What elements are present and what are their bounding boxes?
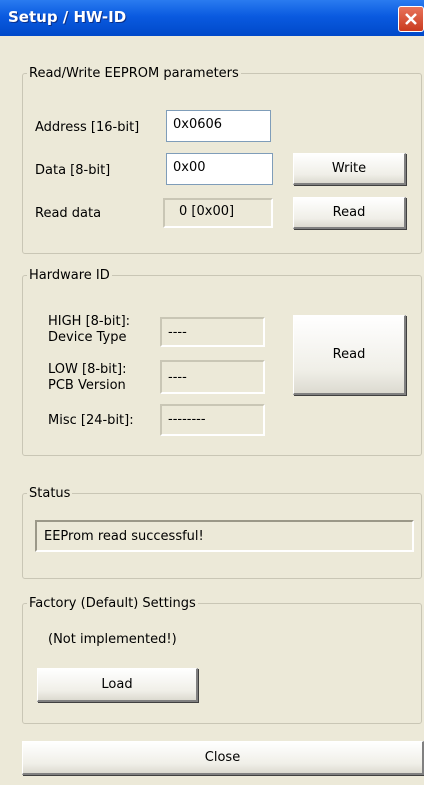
data-label: Data [8-bit] xyxy=(35,163,111,178)
low-label: LOW [8-bit]: xyxy=(48,362,127,377)
title-bar[interactable]: Setup / HW-ID xyxy=(0,0,424,36)
device-type-value: ---- xyxy=(160,317,265,347)
data-input[interactable]: 0x00 xyxy=(166,153,273,185)
not-implemented-note: (Not implemented!) xyxy=(48,632,177,647)
address-label: Address [16-bit] xyxy=(35,120,140,135)
pcb-version-label: PCB Version xyxy=(48,378,126,393)
device-type-label: Device Type xyxy=(48,330,127,345)
window-title: Setup / HW-ID xyxy=(8,8,127,26)
eeprom-group-legend: Read/Write EEPROM parameters xyxy=(29,66,239,81)
hardware-id-group-legend: Hardware ID xyxy=(29,268,110,283)
status-group-legend: Status xyxy=(29,486,71,501)
high-label: HIGH [8-bit]: xyxy=(48,314,131,329)
eeprom-read-button[interactable]: Read xyxy=(293,197,406,229)
factory-settings-group: Factory (Default) Settings xyxy=(22,596,422,724)
read-data-value: 0 [0x00] xyxy=(163,198,273,228)
misc-label: Misc [24-bit]: xyxy=(48,413,134,428)
close-button[interactable]: Close xyxy=(22,741,424,775)
read-data-label: Read data xyxy=(35,206,102,221)
misc-value: -------- xyxy=(160,404,265,436)
hardware-read-button[interactable]: Read xyxy=(293,315,406,395)
load-button[interactable]: Load xyxy=(37,668,198,702)
factory-settings-group-legend: Factory (Default) Settings xyxy=(29,596,196,611)
close-icon[interactable] xyxy=(398,6,424,32)
address-input[interactable]: 0x0606 xyxy=(166,110,271,142)
pcb-version-value: ---- xyxy=(160,360,265,394)
write-button[interactable]: Write xyxy=(293,153,406,185)
status-message: EEProm read successful! xyxy=(35,520,414,552)
